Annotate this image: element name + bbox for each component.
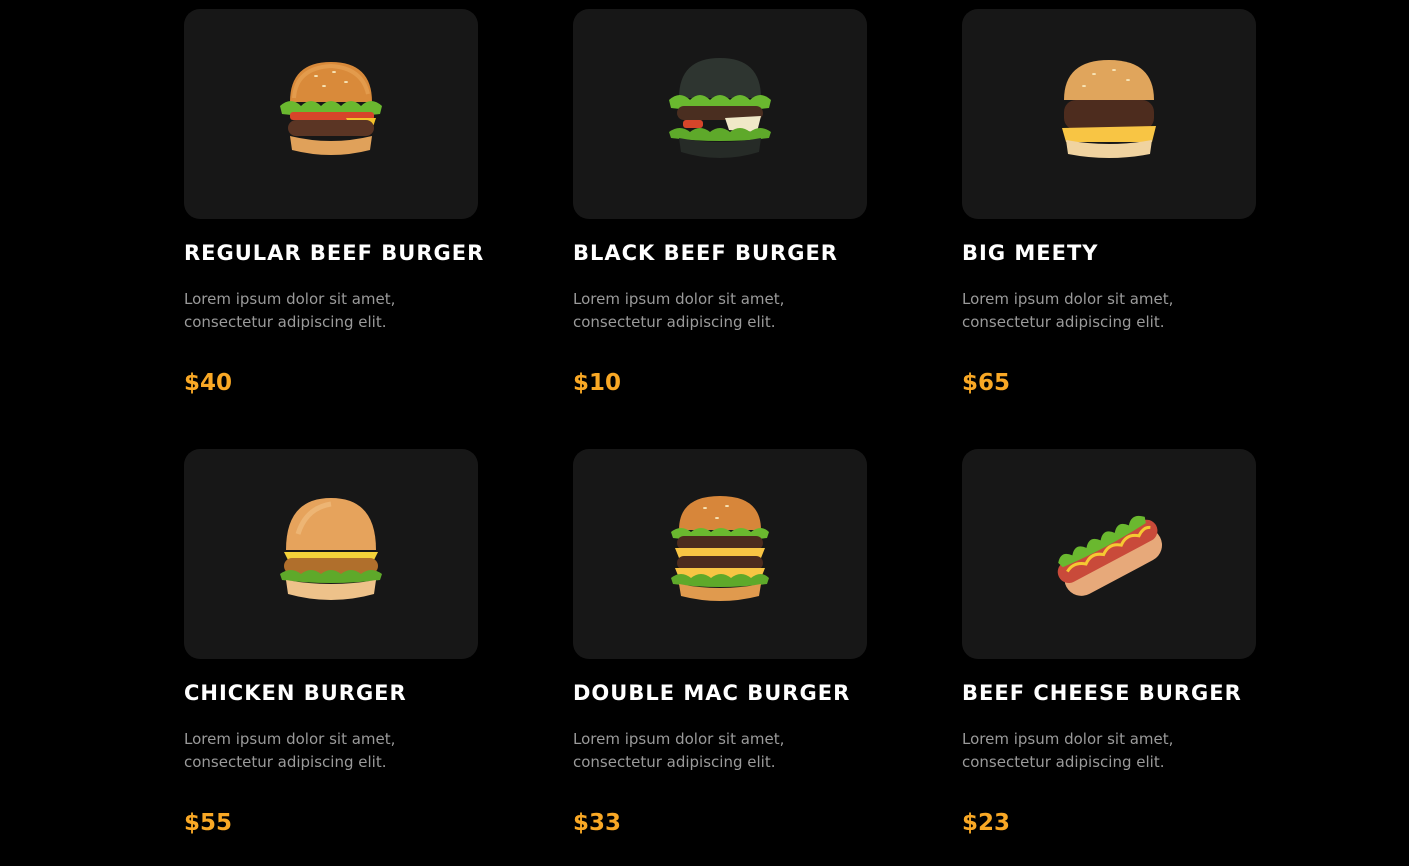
regular-burger-image: [280, 62, 382, 155]
menu-card-double-mac-burger[interactable]: DOUBLE MAC BURGER Lorem ipsum dolor sit …: [573, 449, 867, 839]
menu-card-chicken-burger[interactable]: CHICKEN BURGER Lorem ipsum dolor sit ame…: [184, 449, 478, 839]
menu-item-description: Lorem ipsum dolor sit amet, consectetur …: [184, 290, 396, 331]
menu-item-title: CHICKEN BURGER: [184, 681, 407, 705]
menu-card-image-box[interactable]: [962, 9, 1256, 219]
menu-item-description: Lorem ipsum dolor sit amet, consectetur …: [184, 730, 396, 771]
menu-grid: REGULAR BEEF BURGER Lorem ipsum dolor si…: [184, 9, 1256, 839]
chicken-burger-image: [280, 498, 382, 600]
menu-item-title: DOUBLE MAC BURGER: [573, 681, 851, 705]
menu-item-price: $10: [573, 370, 622, 396]
menu-item-title: BIG MEETY: [962, 241, 1099, 265]
menu-item-price: $33: [573, 810, 622, 836]
big-meety-image: [1062, 60, 1156, 158]
hotdog-image: [1057, 515, 1163, 596]
menu-item-price: $55: [184, 810, 233, 836]
menu-item-description: Lorem ipsum dolor sit amet, consectetur …: [573, 290, 785, 331]
menu-item-price: $65: [962, 370, 1011, 396]
menu-card-regular-beef-burger[interactable]: REGULAR BEEF BURGER Lorem ipsum dolor si…: [184, 9, 483, 399]
menu-item-description: Lorem ipsum dolor sit amet, consectetur …: [962, 290, 1174, 331]
menu-card-image-box[interactable]: [962, 449, 1256, 659]
double-burger-image: [671, 496, 769, 601]
menu-item-description: Lorem ipsum dolor sit amet, consectetur …: [962, 730, 1174, 771]
menu-card-image-box[interactable]: [184, 449, 478, 659]
menu-item-description: Lorem ipsum dolor sit amet, consectetur …: [573, 730, 785, 771]
menu-item-title: BEEF CHEESE BURGER: [962, 681, 1242, 705]
black-burger-image: [669, 58, 771, 158]
menu-card-image-box[interactable]: [573, 449, 867, 659]
menu-item-price: $23: [962, 810, 1011, 836]
menu-item-title: REGULAR BEEF BURGER: [184, 241, 485, 265]
menu-card-image-box[interactable]: [184, 9, 478, 219]
menu-card-beef-cheese-burger[interactable]: BEEF CHEESE BURGER Lorem ipsum dolor sit…: [962, 449, 1256, 839]
menu-card-image-box[interactable]: [573, 9, 867, 219]
menu-card-big-meety[interactable]: BIG MEETY Lorem ipsum dolor sit amet, co…: [962, 9, 1256, 399]
menu-card-black-beef-burger[interactable]: BLACK BEEF BURGER Lorem ipsum dolor sit …: [573, 9, 867, 399]
menu-item-title: BLACK BEEF BURGER: [573, 241, 838, 265]
menu-item-price: $40: [184, 370, 233, 396]
